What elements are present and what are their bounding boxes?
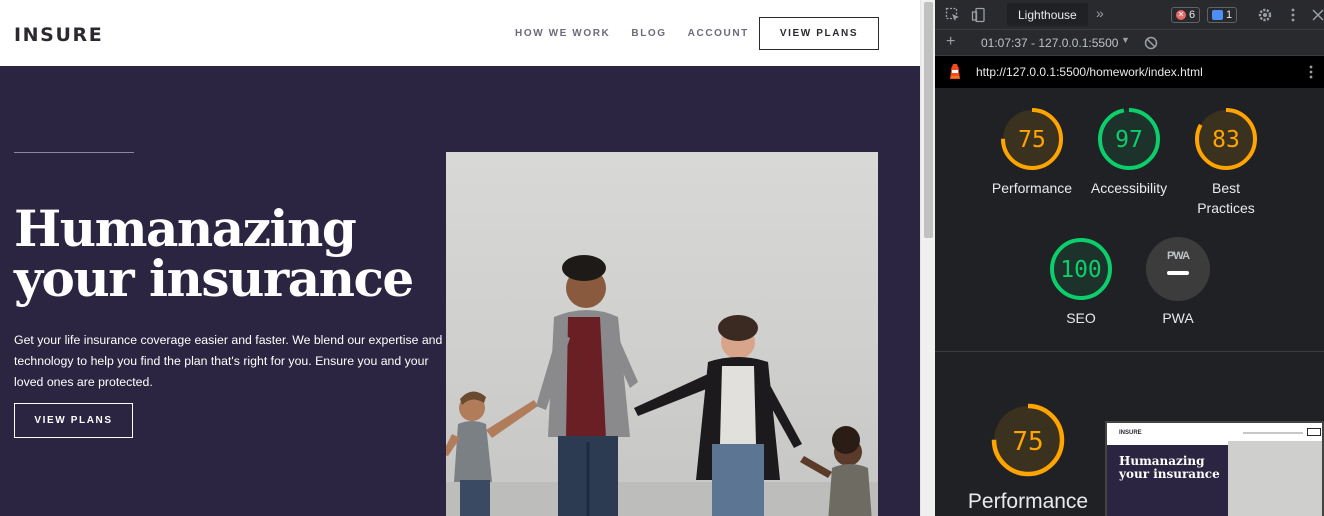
site-header: INSURE HOW WE WORK BLOG ACCOUNT VIEW PLA…	[0, 0, 920, 66]
score-gauges: 75 Performance 97 Accessibility 83 Best	[935, 88, 1324, 352]
hero-description: Get your life insurance coverage easier …	[14, 333, 443, 389]
man-figure	[536, 255, 638, 516]
more-tabs-icon[interactable]: »	[1096, 5, 1104, 21]
gauge-accessibility[interactable]: 97 Accessibility	[1079, 106, 1179, 198]
thumbnail-photo	[1228, 441, 1322, 516]
message-icon	[1212, 10, 1223, 20]
tab-lighthouse[interactable]: Lighthouse	[1007, 3, 1088, 26]
performance-detail-gauge: 75 Performance	[965, 402, 1091, 514]
gauge-performance[interactable]: 75 Performance	[982, 106, 1082, 198]
thumbnail-nav-links	[1243, 432, 1303, 434]
performance-detail-label: Performance	[967, 490, 1089, 513]
new-report-plus-icon[interactable]: +	[946, 33, 955, 51]
family-photo	[446, 152, 878, 516]
gauge-seo[interactable]: 100 SEO	[1031, 236, 1131, 328]
site-nav: HOW WE WORK BLOG ACCOUNT	[515, 28, 749, 39]
scrollbar-thumb[interactable]	[924, 2, 933, 238]
website-viewport: INSURE HOW WE WORK BLOG ACCOUNT VIEW PLA…	[0, 0, 920, 516]
pwa-badge-text: PWA	[1167, 250, 1190, 262]
hero-title-line-1: Humanazing	[14, 199, 357, 258]
gauge-ring: 97	[1098, 108, 1160, 170]
report-toolbar: + 01:07:37 - 127.0.0.1:5500 ▼	[935, 30, 1324, 56]
performance-detail-score: 75	[1012, 427, 1043, 457]
audited-url[interactable]: http://127.0.0.1:5500/homework/index.htm…	[976, 65, 1203, 79]
error-count: 6	[1189, 9, 1196, 21]
nav-link-how-we-work[interactable]: HOW WE WORK	[515, 28, 610, 39]
gauge-label: Performance	[991, 180, 1073, 196]
gauge-label: Best Practices	[1197, 180, 1255, 216]
devtools-tabbar: Lighthouse » ✕ 6 1	[935, 0, 1324, 30]
close-devtools-icon[interactable]	[1310, 7, 1324, 23]
site-logo[interactable]: INSURE	[14, 24, 103, 46]
view-plans-nav-button[interactable]: VIEW PLANS	[759, 17, 879, 50]
device-toolbar-icon[interactable]	[971, 7, 987, 23]
gauge-pwa[interactable]: PWA PWA	[1128, 236, 1228, 328]
message-count: 1	[1226, 9, 1233, 21]
pwa-badge-icon: PWA	[1146, 237, 1210, 301]
hero-title-line-2: your insurance	[14, 249, 414, 308]
hero-section: Humanazing your insurance Get your life …	[0, 66, 920, 516]
gauge-label: SEO	[1066, 310, 1096, 326]
inspect-element-icon[interactable]	[945, 7, 961, 23]
audited-url-bar: http://127.0.0.1:5500/homework/index.htm…	[935, 56, 1324, 88]
thumbnail-title-line-2: your insurance	[1119, 467, 1220, 481]
report-selector[interactable]: 01:07:37 - 127.0.0.1:5500	[981, 36, 1118, 50]
gauge-score: 97	[1115, 127, 1143, 153]
gauge-score: 83	[1212, 127, 1240, 153]
performance-detail-ring: 75	[991, 403, 1065, 477]
thumbnail-logo: INSURE	[1119, 430, 1142, 436]
gauge-ring: 75	[1001, 108, 1063, 170]
nav-link-blog[interactable]: BLOG	[631, 28, 666, 39]
gauge-best-practices[interactable]: 83 Best Practices	[1176, 106, 1276, 218]
chevron-down-icon[interactable]: ▼	[1121, 35, 1130, 45]
screen: INSURE HOW WE WORK BLOG ACCOUNT VIEW PLA…	[0, 0, 1324, 516]
lighthouse-logo-icon	[950, 64, 960, 79]
error-count-badge[interactable]: ✕ 6	[1171, 7, 1201, 23]
final-screenshot-thumbnail[interactable]: INSURE Humanazing your insurance	[1105, 421, 1324, 516]
clear-reports-icon[interactable]	[1144, 36, 1158, 50]
gauge-ring: 83	[1195, 108, 1257, 170]
nav-link-account[interactable]: ACCOUNT	[688, 28, 749, 39]
thumbnail-title: Humanazing your insurance	[1119, 455, 1220, 481]
gauge-label: PWA	[1162, 310, 1194, 326]
gauge-score: 75	[1018, 127, 1046, 153]
report-menu-icon[interactable]	[1308, 64, 1314, 80]
gauge-ring: 100	[1050, 238, 1112, 300]
devtools-panel: Lighthouse » ✕ 6 1 + 01:07:37 - 127.0.0.…	[935, 0, 1324, 516]
gauge-label: Accessibility	[1090, 180, 1168, 196]
gauge-score: 100	[1060, 257, 1102, 283]
thumbnail-nav-button	[1307, 428, 1321, 436]
error-icon: ✕	[1176, 10, 1186, 20]
message-count-badge[interactable]: 1	[1207, 7, 1238, 23]
hero-title: Humanazing your insurance	[14, 204, 434, 304]
view-plans-hero-button[interactable]: VIEW PLANS	[14, 403, 133, 438]
family-illustration	[446, 255, 878, 516]
hero-divider	[14, 152, 134, 153]
settings-gear-icon[interactable]	[1257, 7, 1273, 23]
page-scrollbar[interactable]	[920, 0, 935, 516]
kebab-menu-icon[interactable]	[1285, 7, 1301, 23]
